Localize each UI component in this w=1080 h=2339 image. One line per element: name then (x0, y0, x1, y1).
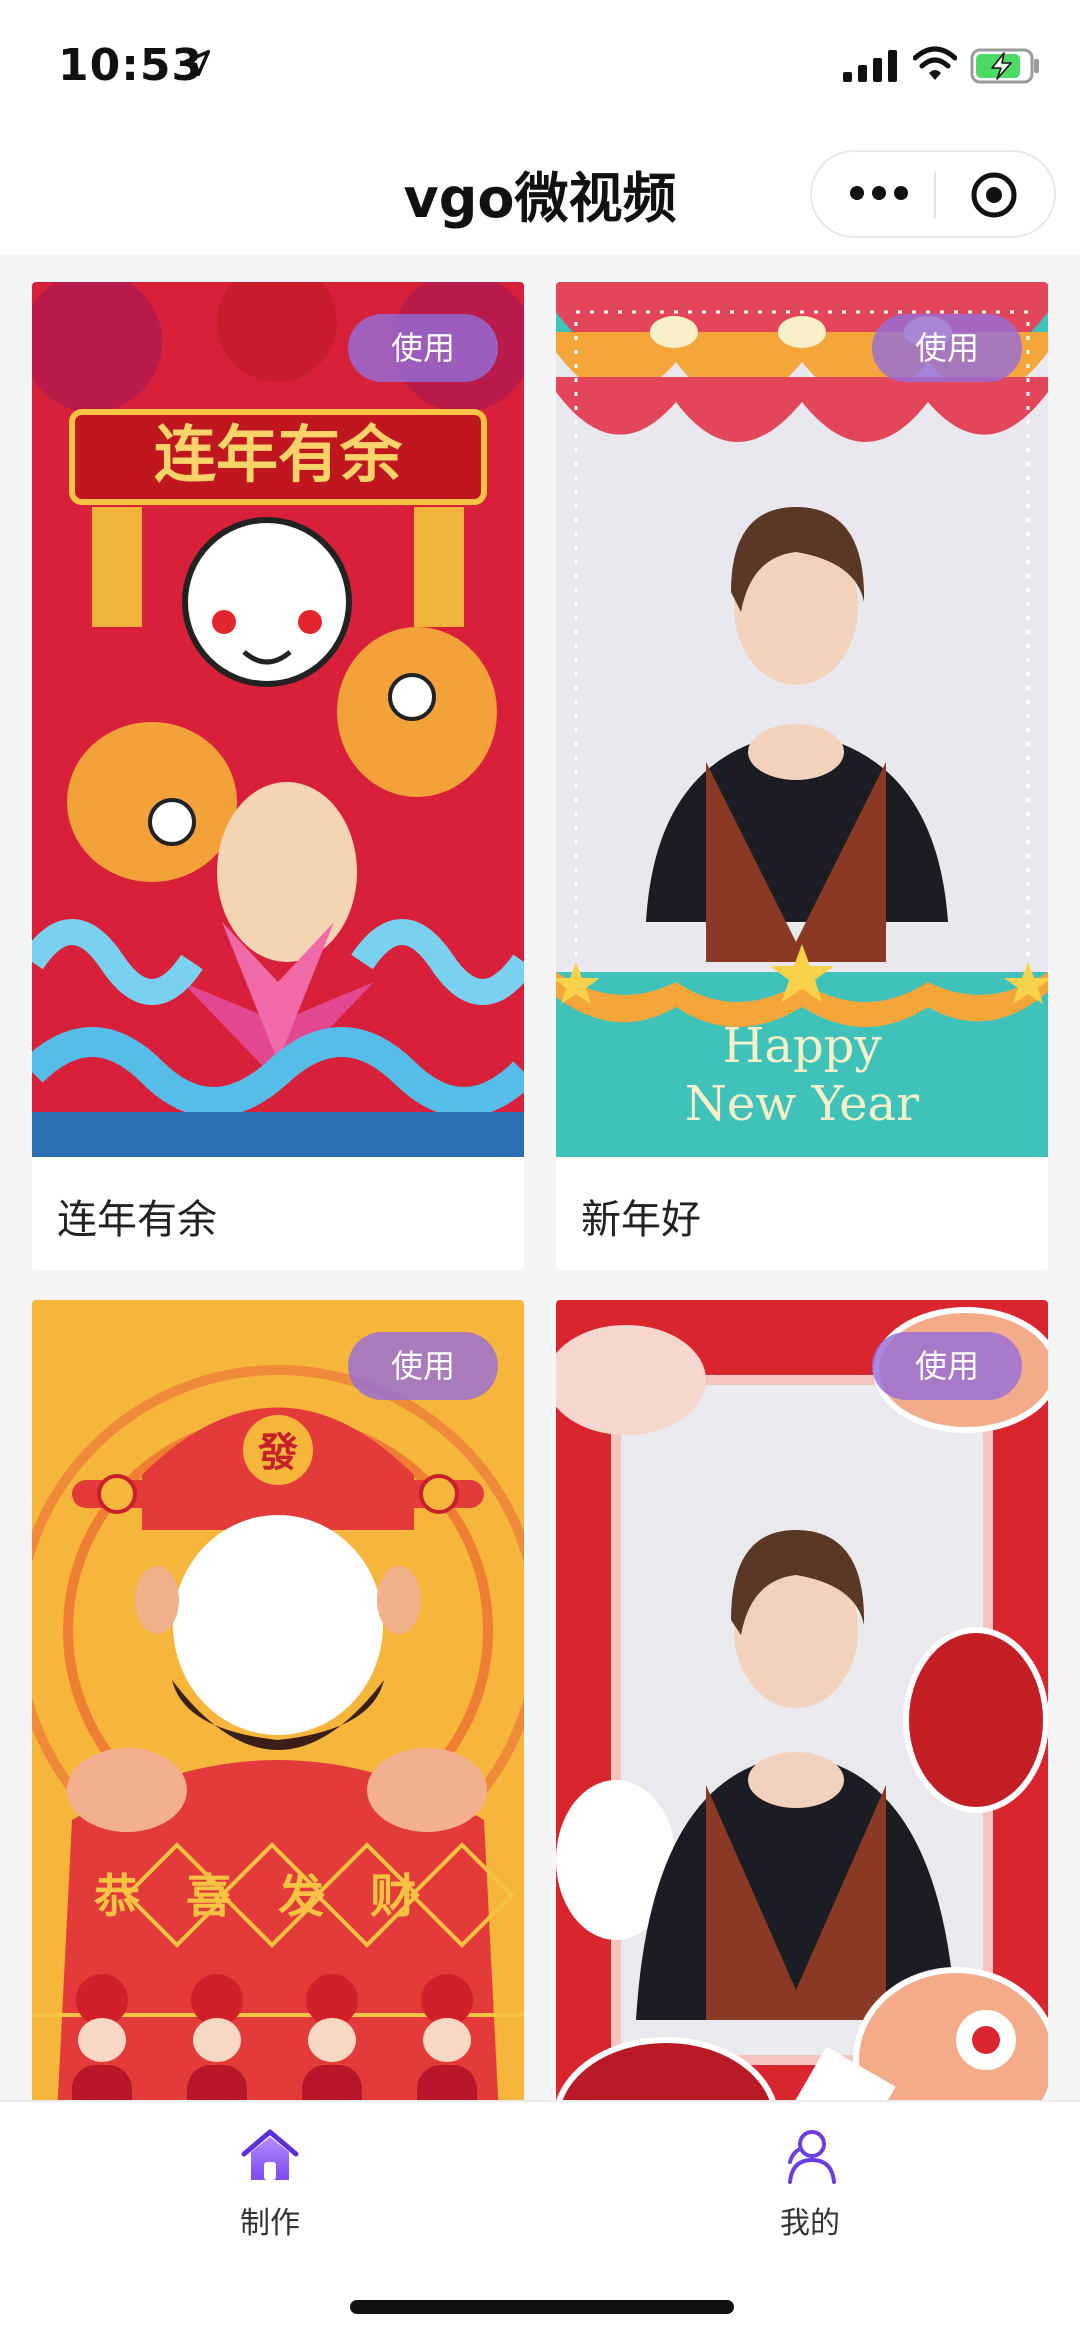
use-button[interactable]: 使用 (348, 314, 498, 382)
tab-make[interactable]: 制作 (170, 2124, 370, 2242)
lotus-fish-illustration: 连年有余 (32, 282, 524, 1157)
template-title: 新年好 (581, 1197, 701, 1243)
template-thumbnail[interactable]: 發 恭喜发财 使用 (32, 1300, 524, 2100)
template-thumbnail[interactable]: 使用 (556, 1300, 1048, 2100)
home-icon (241, 2129, 299, 2180)
user-icon (788, 2130, 836, 2184)
happy-text: Happy (722, 1018, 881, 1074)
template-grid: 连年有余 使用 连年有余 Happy New Year 使用 新年好 發 恭喜发… (0, 255, 1080, 2100)
tab-label: 制作 (240, 2206, 300, 2241)
template-card[interactable]: 连年有余 使用 连年有余 (32, 282, 524, 1270)
blessing-text: 恭喜发财 (93, 1869, 462, 1923)
nav-bar: vgo微视频 (0, 130, 1080, 255)
banner-text: 连年有余 (154, 418, 403, 491)
use-button[interactable]: 使用 (872, 1332, 1022, 1400)
battery-charging-icon (970, 48, 1039, 84)
use-button[interactable]: 使用 (348, 1332, 498, 1400)
status-bar: 10:53 (0, 0, 1080, 130)
template-thumbnail[interactable]: 连年有余 使用 (32, 282, 524, 1157)
template-title: 连年有余 (57, 1197, 217, 1243)
feast-frame-illustration (556, 1300, 1048, 2100)
tab-label: 我的 (780, 2206, 840, 2241)
god-of-wealth-illustration: 發 恭喜发财 (32, 1300, 524, 2100)
more-icon[interactable] (850, 182, 908, 206)
use-button[interactable]: 使用 (872, 314, 1022, 382)
wifi-icon (913, 46, 957, 80)
template-thumbnail[interactable]: Happy New Year 使用 (556, 282, 1048, 1157)
mini-program-capsule (810, 150, 1056, 238)
cellular-signal-icon (843, 50, 897, 82)
tab-mine[interactable]: 我的 (710, 2124, 910, 2242)
capsule-divider (934, 172, 936, 218)
template-card[interactable]: 發 恭喜发财 使用 (32, 1300, 524, 2100)
new-year-text: New Year (685, 1076, 919, 1132)
seal-text: 發 (257, 1430, 298, 1476)
template-card[interactable]: Happy New Year 使用 新年好 (556, 282, 1048, 1270)
template-card[interactable]: 使用 (556, 1300, 1048, 2100)
location-arrow-icon (183, 49, 211, 77)
home-indicator (350, 2300, 734, 2314)
happy-new-year-frame: Happy New Year (556, 282, 1048, 1157)
close-mini-program-icon[interactable] (970, 171, 1018, 219)
